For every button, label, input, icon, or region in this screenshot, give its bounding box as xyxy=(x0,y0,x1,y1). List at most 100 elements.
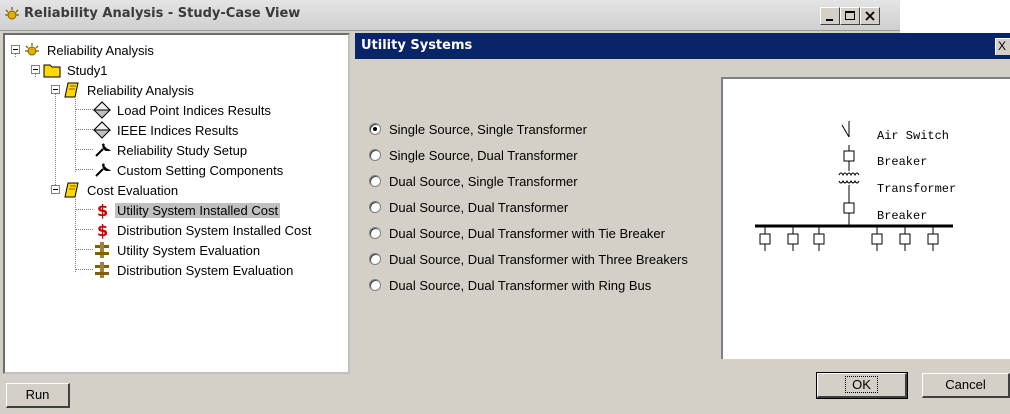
tree-line xyxy=(75,229,93,230)
cancel-button[interactable]: Cancel xyxy=(922,373,1010,398)
tree-node-label: IEEE Indices Results xyxy=(117,122,239,138)
tree-node-reliability-group[interactable]: Reliability Analysis xyxy=(63,80,196,100)
option-dual-source-single-transformer[interactable]: Dual Source, Single Transformer xyxy=(369,172,578,190)
option-label: Dual Source, Dual Transformer with Ring … xyxy=(389,277,652,293)
window-title: Reliability Analysis - Study-Case View xyxy=(24,6,301,21)
substation-icon xyxy=(95,242,109,258)
tree-line xyxy=(75,149,93,150)
radio-button[interactable] xyxy=(369,149,381,161)
breaker-symbol xyxy=(843,150,855,162)
transformer-secondary xyxy=(838,179,860,184)
option-dual-source-dual-transformer[interactable]: Dual Source, Dual Transformer xyxy=(369,198,568,216)
dialog-close-button[interactable]: X xyxy=(995,38,1010,55)
tree-node-distribution-installed-cost[interactable]: $ Distribution System Installed Cost xyxy=(93,220,313,240)
dialog-title: Utility Systems xyxy=(361,38,473,53)
label-breaker-top: Breaker xyxy=(877,155,927,169)
label-air-switch: Air Switch xyxy=(877,129,949,143)
radio-button[interactable] xyxy=(369,253,381,265)
tree-line xyxy=(75,129,93,130)
diamond-icon xyxy=(93,101,111,119)
utility-systems-dialog: Utility Systems X Single Source, Single … xyxy=(355,33,1010,414)
reliability-icon xyxy=(5,7,19,20)
radio-button[interactable] xyxy=(369,201,381,213)
substation-icon xyxy=(95,262,109,278)
wrench-icon xyxy=(95,163,111,177)
tree-node-study-setup[interactable]: Reliability Study Setup xyxy=(93,140,249,160)
svg-text:$: $ xyxy=(97,221,108,239)
outgoing-feeders xyxy=(759,226,939,251)
tree-line xyxy=(75,109,93,110)
option-dual-transformer-tie-breaker[interactable]: Dual Source, Dual Transformer with Tie B… xyxy=(369,224,665,242)
book-icon xyxy=(64,182,79,198)
tree-node-load-point-results[interactable]: Load Point Indices Results xyxy=(93,100,273,120)
wrench-icon xyxy=(95,143,111,157)
collapse-toggle[interactable] xyxy=(31,65,40,74)
tree-line xyxy=(75,249,93,250)
collapse-toggle[interactable] xyxy=(51,85,60,94)
tree-node-label: Custom Setting Components xyxy=(117,162,284,178)
tree-node-label: Utility System Evaluation xyxy=(117,242,261,258)
tree-node-label: Load Point Indices Results xyxy=(117,102,271,118)
ok-button-label: OK xyxy=(845,376,878,393)
air-switch-symbol xyxy=(841,124,850,138)
option-label: Dual Source, Dual Transformer with Three… xyxy=(389,251,688,267)
window-titlebar[interactable]: Reliability Analysis - Study-Case View xyxy=(0,0,900,31)
tree-line xyxy=(75,269,93,270)
radio-button[interactable] xyxy=(369,123,381,135)
tree-node-label: Distribution System Evaluation xyxy=(117,262,294,278)
label-transformer: Transformer xyxy=(877,182,956,196)
book-icon xyxy=(64,82,79,98)
diamond-icon xyxy=(93,121,111,139)
tree-node-distribution-evaluation[interactable]: Distribution System Evaluation xyxy=(93,260,295,280)
window-controls xyxy=(820,7,880,25)
dialog-titlebar[interactable]: Utility Systems X xyxy=(355,33,1010,59)
tree-node-label: Cost Evaluation xyxy=(87,182,179,198)
tree-node-ieee-results[interactable]: IEEE Indices Results xyxy=(93,120,240,140)
tree-node-label: Reliability Analysis xyxy=(87,82,194,98)
tree-node-utility-installed-cost[interactable]: $ Utility System Installed Cost xyxy=(93,200,281,220)
tree-line xyxy=(55,89,56,193)
tree-node-label: Utility System Installed Cost xyxy=(115,202,281,218)
study-tree: Reliability Analysis Study1 Reliability … xyxy=(3,33,350,374)
radio-button[interactable] xyxy=(369,175,381,187)
run-button[interactable]: Run xyxy=(6,383,70,408)
tree-node-root[interactable]: Reliability Analysis xyxy=(23,40,156,60)
maximize-icon[interactable] xyxy=(840,7,860,25)
tree-node-cost-group[interactable]: Cost Evaluation xyxy=(63,180,180,200)
option-label: Dual Source, Dual Transformer xyxy=(389,199,569,215)
reliability-icon xyxy=(25,43,39,56)
tree-node-label: Reliability Analysis xyxy=(47,42,154,58)
tree-node-label: Study1 xyxy=(67,62,108,78)
one-line-diagram: Air Switch Breaker Transformer Breaker xyxy=(755,121,956,251)
minimize-icon[interactable] xyxy=(820,7,840,25)
one-line-diagram-preview: Air Switch Breaker Transformer Breaker xyxy=(721,77,1010,359)
svg-text:$: $ xyxy=(97,201,108,219)
tree-line xyxy=(75,209,93,210)
collapse-toggle[interactable] xyxy=(51,185,60,194)
tree-node-label: Distribution System Installed Cost xyxy=(117,222,312,238)
dollar-icon: $ xyxy=(97,221,108,239)
option-label: Dual Source, Dual Transformer with Tie B… xyxy=(389,225,665,241)
tree-node-study[interactable]: Study1 xyxy=(43,60,109,80)
breaker-symbol xyxy=(843,202,855,214)
transformer-primary xyxy=(838,172,860,177)
option-dual-transformer-three-breakers[interactable]: Dual Source, Dual Transformer with Three… xyxy=(369,250,688,268)
dollar-icon: $ xyxy=(97,201,108,219)
label-breaker-bottom: Breaker xyxy=(877,209,927,223)
option-label: Dual Source, Single Transformer xyxy=(389,173,578,189)
radio-button[interactable] xyxy=(369,227,381,239)
option-single-source-single-transformer[interactable]: Single Source, Single Transformer xyxy=(369,120,587,138)
option-single-source-dual-transformer[interactable]: Single Source, Dual Transformer xyxy=(369,146,578,164)
folder-icon xyxy=(43,64,61,78)
tree-node-label: Reliability Study Setup xyxy=(117,142,248,158)
radio-button[interactable] xyxy=(369,279,381,291)
close-icon[interactable] xyxy=(860,7,880,25)
ok-button[interactable]: OK xyxy=(816,372,908,399)
collapse-toggle[interactable] xyxy=(11,45,20,54)
option-dual-transformer-ring-bus[interactable]: Dual Source, Dual Transformer with Ring … xyxy=(369,276,651,294)
option-label: Single Source, Dual Transformer xyxy=(389,147,578,163)
tree-line xyxy=(75,169,93,170)
tree-node-custom-setting[interactable]: Custom Setting Components xyxy=(93,160,285,180)
option-label: Single Source, Single Transformer xyxy=(389,121,587,137)
tree-node-utility-evaluation[interactable]: Utility System Evaluation xyxy=(93,240,262,260)
